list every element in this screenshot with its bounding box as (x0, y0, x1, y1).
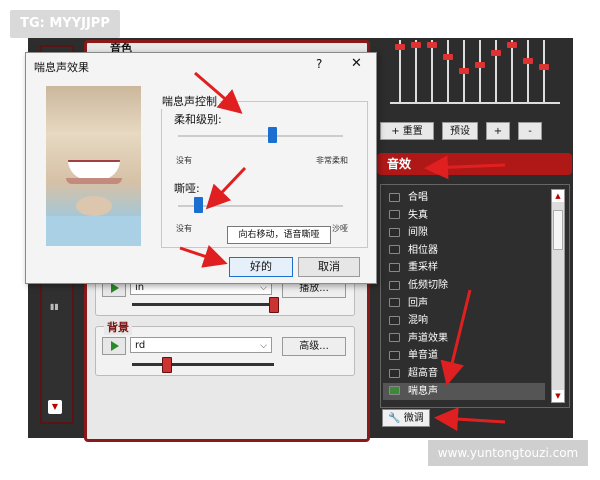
scroll-down-icon[interactable]: ▼ (552, 390, 564, 402)
watermark-bottom: www.yuntongtouzi.com (428, 440, 588, 466)
effect-toggle-icon[interactable] (389, 368, 400, 378)
hoarse-min-label: 没有 (176, 224, 192, 233)
background-advanced-button[interactable]: 高级... (282, 337, 346, 356)
equalizer (385, 38, 570, 118)
collapse-icon[interactable] (389, 333, 400, 343)
effects-list-item[interactable]: 混响 (389, 312, 428, 329)
background-combo[interactable]: rd ⌵ (130, 337, 272, 353)
effects-list-item[interactable]: 合唱 (389, 189, 428, 206)
background-combo-value: rd (135, 340, 146, 351)
effect-toggle-icon[interactable] (389, 298, 400, 308)
hoarse-max-label: 沙哑 (332, 224, 348, 233)
preset-button[interactable]: 预设 (442, 122, 478, 140)
effects-list-item[interactable]: 单音道 (389, 347, 438, 364)
effects-list-item-label: 低频切除 (408, 280, 448, 291)
scroll-thumb[interactable] (553, 210, 563, 250)
effect-toggle-icon[interactable] (389, 192, 400, 202)
breath-control-title: 喘息声控制 (159, 93, 220, 109)
effect-toggle-icon[interactable] (389, 262, 400, 272)
effects-scrollbar[interactable]: ▲ ▼ (551, 189, 565, 403)
reset-button[interactable]: + 重置 (380, 122, 434, 140)
background-group: 背景 rd ⌵ 高级... (95, 319, 355, 376)
effects-list-item-label: 超高音 (408, 368, 438, 379)
close-button[interactable]: ✕ (351, 56, 362, 71)
effects-list-item[interactable]: 声道效果 (389, 330, 448, 347)
effect-toggle-icon[interactable] (389, 280, 400, 290)
tooltip: 向右移动，语音嘶哑 (227, 226, 331, 244)
effect-toggle-icon[interactable] (389, 386, 400, 396)
ok-button[interactable]: 好的 (229, 257, 293, 277)
fine-tune-button[interactable]: 🔧 微调 (382, 409, 430, 427)
chevron-down-icon: ⌵ (260, 341, 267, 351)
effects-list-item[interactable]: 回声 (389, 295, 428, 312)
hoarse-label: 嘶哑: (174, 182, 200, 195)
effects-list-item[interactable]: 重采样 (389, 259, 438, 276)
background-volume-track[interactable] (132, 363, 274, 366)
watermark-top: TG: MYYJJPP (10, 10, 120, 38)
scroll-down-button[interactable]: ▼ (48, 400, 62, 414)
softness-slider-thumb[interactable] (268, 127, 278, 143)
effects-list-item-label: 失真 (408, 209, 428, 221)
effects-list-item[interactable]: 相位器 (389, 242, 438, 259)
effects-list-item[interactable]: 喘息声 (383, 382, 545, 400)
hoarse-slider-thumb[interactable] (193, 197, 203, 213)
effects-list-item-label: 单音道 (408, 350, 438, 362)
softness-slider-track[interactable] (178, 135, 343, 137)
background-play-button[interactable] (102, 337, 126, 355)
help-button[interactable]: ? (316, 57, 322, 71)
effect-toggle-icon[interactable] (389, 227, 400, 237)
effects-list-item-label: 回声 (408, 297, 428, 309)
effects-list-item-label: 喘息声 (408, 385, 438, 397)
effect-toggle-icon[interactable] (389, 245, 400, 255)
voice-volume-track[interactable] (132, 303, 274, 306)
effects-list-item-label: 合唱 (408, 192, 428, 203)
cancel-button[interactable]: 取消 (298, 257, 360, 277)
remove-band-button[interactable]: - (518, 122, 542, 140)
effects-list-item-label: 间隙 (408, 227, 428, 239)
add-band-button[interactable]: + (486, 122, 510, 140)
effects-list-item[interactable]: 失真 (389, 207, 428, 224)
level-marks-icon: ▮▮ (50, 302, 59, 311)
effects-list: 合唱失真间隙相位器重采样低频切除回声混响声道效果单音道超高音喘息声 ▲ ▼ (380, 184, 570, 408)
softness-label: 柔和级别: (174, 113, 222, 126)
effect-toggle-icon[interactable] (389, 210, 400, 220)
softness-max-label: 非常柔和 (316, 156, 348, 165)
background-group-title: 背景 (104, 319, 132, 335)
background-volume-thumb[interactable] (162, 357, 172, 373)
voice-volume-thumb[interactable] (269, 297, 279, 313)
effects-list-item-label: 声道效果 (408, 332, 448, 344)
breath-effect-dialog: 喘息声效果 ? ✕ 喘息声控制 柔和级别: 没有 非常柔和 嘶哑: 没有 沙哑 … (25, 52, 377, 284)
effects-list-item-label: 混响 (408, 315, 428, 327)
effect-toggle-icon[interactable] (389, 315, 400, 325)
fine-tune-label: 微调 (403, 413, 424, 424)
effects-list-item[interactable]: 低频切除 (389, 277, 448, 294)
effects-header: 音效 (377, 153, 572, 175)
effects-list-item-label: 重采样 (408, 262, 438, 274)
scroll-up-icon[interactable]: ▲ (552, 190, 564, 202)
dialog-title: 喘息声效果 (34, 61, 89, 74)
effects-list-item[interactable]: 间隙 (389, 224, 428, 241)
wrench-icon: 🔧 (388, 413, 401, 424)
effects-list-item-label: 相位器 (408, 244, 438, 256)
effects-list-item[interactable]: 超高音 (389, 365, 438, 382)
face-preview-image (46, 86, 141, 246)
effect-toggle-icon[interactable] (389, 350, 400, 360)
softness-min-label: 没有 (176, 156, 192, 165)
